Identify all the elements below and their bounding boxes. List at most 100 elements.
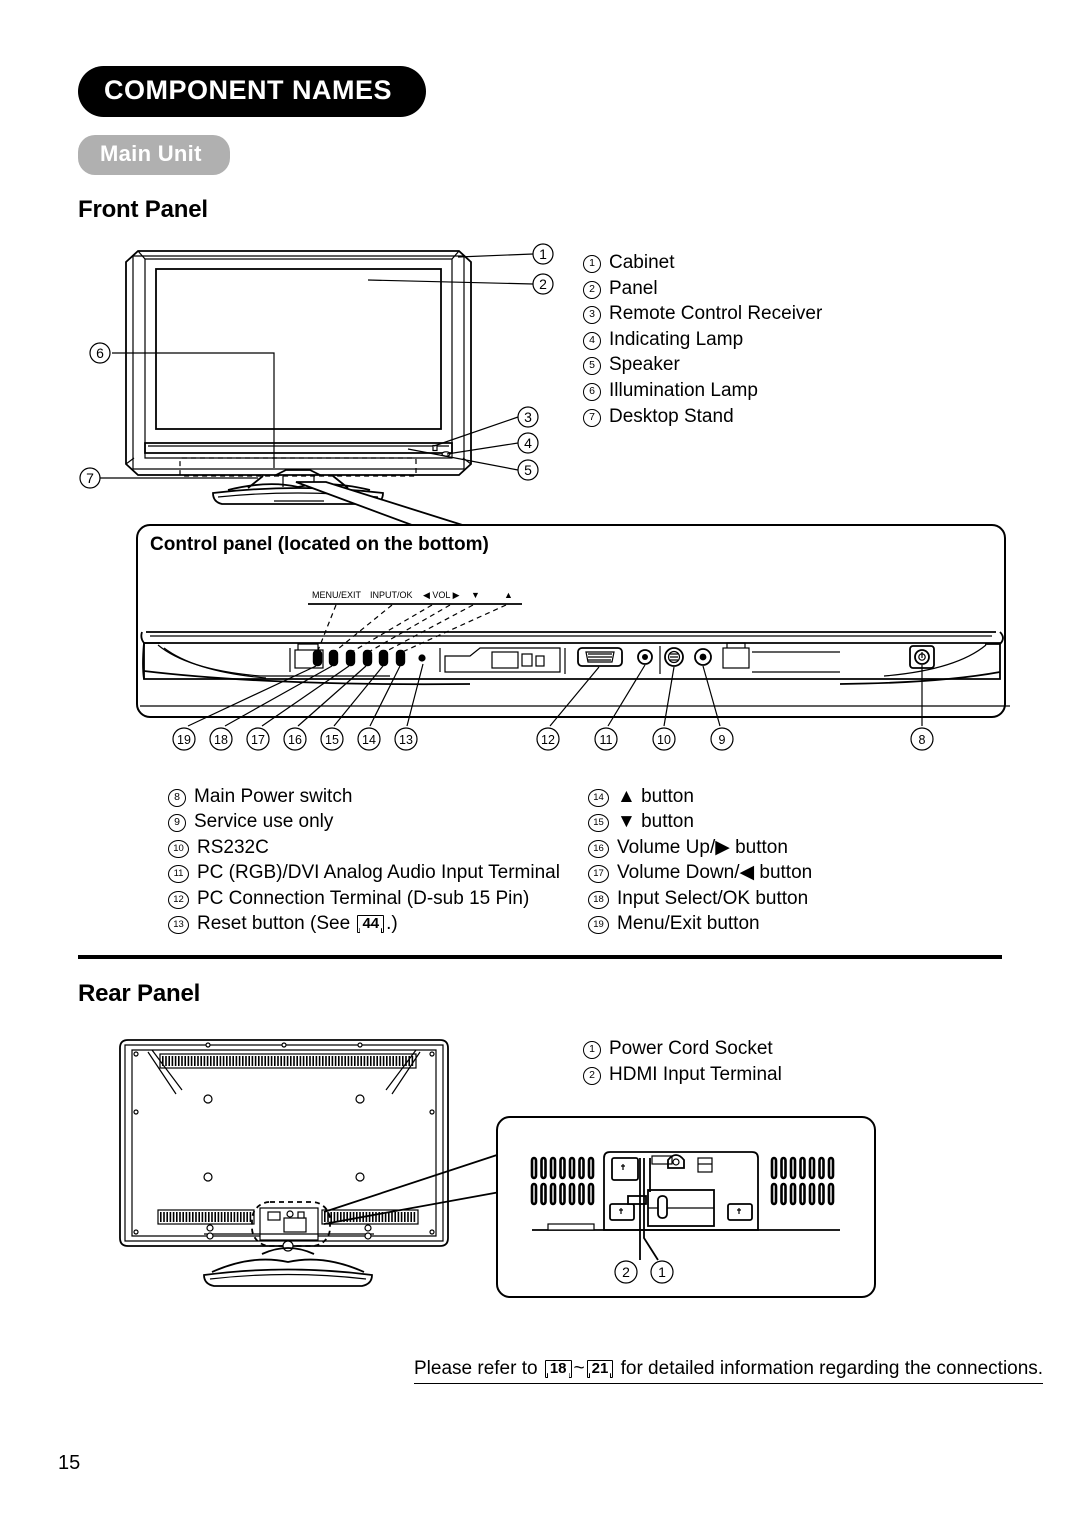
list-item: 7 Desktop Stand bbox=[583, 404, 822, 430]
list-item: 6 Illumination Lamp bbox=[583, 378, 822, 404]
control-callout-11: 11 bbox=[594, 727, 618, 751]
item-number: 2 bbox=[583, 280, 601, 299]
front-panel-heading: Front Panel bbox=[78, 196, 208, 223]
item-number: 17 bbox=[588, 865, 609, 884]
svg-text:7: 7 bbox=[86, 470, 94, 486]
list-item: 1 Cabinet bbox=[583, 250, 822, 276]
front-callout-3: 3 bbox=[517, 406, 539, 428]
svg-text:1: 1 bbox=[658, 1264, 666, 1280]
front-panel-diagram: 1 2 3 4 5 6 7 bbox=[79, 243, 554, 505]
control-callout-8: 8 bbox=[910, 727, 934, 751]
item-label: Desktop Stand bbox=[609, 405, 734, 427]
rear-panel-diagram bbox=[119, 1039, 501, 1287]
list-item: 1 Power Cord Socket bbox=[583, 1036, 782, 1062]
subsection-title: Main Unit bbox=[78, 135, 230, 175]
rear-panel-legend-list: 1 Power Cord Socket 2 HDMI Input Termina… bbox=[583, 1036, 782, 1087]
control-callout-19: 19 bbox=[172, 727, 196, 751]
rear-panel-heading: Rear Panel bbox=[78, 980, 201, 1007]
svg-text:6: 6 bbox=[96, 345, 104, 361]
svg-text:13: 13 bbox=[399, 733, 413, 747]
item-label: Illumination Lamp bbox=[609, 379, 758, 401]
front-callout-2: 2 bbox=[532, 273, 554, 295]
item-number: 8 bbox=[168, 789, 186, 807]
manual-page: COMPONENT NAMES Main Unit Front Panel Re… bbox=[0, 0, 1080, 1527]
item-label: Indicating Lamp bbox=[609, 328, 744, 350]
front-callout-6: 6 bbox=[89, 342, 111, 364]
control-callout-18: 18 bbox=[209, 727, 233, 751]
control-callout-13: 13 bbox=[394, 727, 418, 751]
item-label: PC Connection Terminal (D-sub 15 Pin) bbox=[197, 887, 530, 909]
control-callout-9: 9 bbox=[710, 727, 734, 751]
rear-panel-detail-diagram: 2 1 bbox=[530, 1151, 840, 1284]
svg-text:17: 17 bbox=[251, 733, 265, 747]
item-number: 16 bbox=[588, 839, 609, 858]
item-label: ▲ button bbox=[617, 786, 694, 807]
control-callout-16: 16 bbox=[283, 727, 307, 751]
list-item: 15 ▼ button bbox=[588, 809, 812, 834]
button-label-menu-exit: MENU/EXIT bbox=[312, 590, 362, 600]
item-number: 13 bbox=[168, 916, 189, 935]
svg-text:8: 8 bbox=[919, 733, 926, 747]
footer-note-before: Please refer to bbox=[414, 1358, 543, 1379]
svg-text:2: 2 bbox=[539, 276, 547, 292]
item-number: 12 bbox=[168, 890, 189, 909]
item-label: Power Cord Socket bbox=[609, 1038, 773, 1059]
svg-text:3: 3 bbox=[524, 409, 532, 425]
item-label: RS232C bbox=[197, 836, 269, 858]
svg-text:2: 2 bbox=[622, 1264, 630, 1280]
section-divider bbox=[78, 955, 1002, 959]
svg-text:14: 14 bbox=[362, 733, 376, 747]
list-item: 10 RS232C bbox=[168, 835, 560, 860]
svg-text:1: 1 bbox=[539, 246, 547, 262]
front-callout-5: 5 bbox=[517, 459, 539, 481]
list-item: 16 Volume Up/▶ button bbox=[588, 835, 812, 860]
svg-text:11: 11 bbox=[600, 733, 613, 747]
control-callout-14: 14 bbox=[357, 727, 381, 751]
page-reference-icon-to: 21 bbox=[586, 1360, 614, 1378]
list-item: 11 PC (RGB)/DVI Analog Audio Input Termi… bbox=[168, 860, 560, 885]
item-label: Speaker bbox=[609, 354, 680, 376]
control-panel-legend-left: 8 Main Power switch 9 Service use only 1… bbox=[168, 784, 560, 936]
front-callout-7: 7 bbox=[79, 467, 101, 489]
item-number: 1 bbox=[583, 255, 601, 273]
footer-note-after: for detailed information regarding the c… bbox=[615, 1358, 1044, 1379]
list-item: 19 Menu/Exit button bbox=[588, 911, 812, 936]
button-label-up: ▲ bbox=[504, 590, 513, 600]
item-number: 18 bbox=[588, 890, 609, 909]
list-item: 14 ▲ button bbox=[588, 784, 812, 809]
button-label-down: ▼ bbox=[471, 590, 480, 600]
svg-text:4: 4 bbox=[524, 435, 532, 451]
item-label: Volume Up/▶ button bbox=[617, 836, 788, 858]
item-number: 14 bbox=[588, 789, 609, 807]
svg-text:5: 5 bbox=[524, 462, 532, 478]
footer-ref-separator: ~ bbox=[573, 1358, 585, 1379]
svg-text:16: 16 bbox=[288, 733, 302, 747]
list-item: 12 PC Connection Terminal (D-sub 15 Pin) bbox=[168, 886, 560, 911]
item-label: Service use only bbox=[194, 811, 334, 833]
item-number: 15 bbox=[588, 814, 609, 833]
item-label: Cabinet bbox=[609, 252, 675, 273]
list-item: 2 HDMI Input Terminal bbox=[583, 1062, 782, 1088]
page-number: 15 bbox=[58, 1452, 81, 1474]
list-item-reset: 13 Reset button (See 44.) bbox=[168, 911, 560, 936]
front-callout-1: 1 bbox=[532, 243, 554, 265]
item-number: 5 bbox=[583, 357, 601, 376]
svg-text:12: 12 bbox=[541, 733, 555, 747]
item-label: Reset button (See bbox=[197, 913, 356, 935]
item-label-tail: .) bbox=[386, 913, 398, 935]
list-item: 9 Service use only bbox=[168, 809, 560, 834]
item-label: Volume Down/◀ button bbox=[617, 862, 813, 884]
control-panel-legend-right: 14 ▲ button 15 ▼ button 16 Volume Up/▶ b… bbox=[588, 784, 812, 936]
page-reference-icon-from: 18 bbox=[544, 1360, 572, 1378]
item-label: Panel bbox=[609, 277, 658, 299]
list-item: 8 Main Power switch bbox=[168, 784, 560, 809]
front-panel-legend-list: 1 Cabinet 2 Panel 3 Remote Control Recei… bbox=[583, 250, 822, 429]
control-callout-12: 12 bbox=[536, 727, 560, 751]
svg-text:9: 9 bbox=[719, 733, 726, 747]
front-callout-4: 4 bbox=[517, 432, 539, 454]
item-number: 7 bbox=[583, 408, 601, 427]
footer-note: Please refer to 18 ~21 for detailed infor… bbox=[414, 1358, 1044, 1384]
control-callout-15: 15 bbox=[320, 727, 344, 751]
item-label: ▼ button bbox=[617, 811, 694, 833]
item-label: PC (RGB)/DVI Analog Audio Input Terminal bbox=[197, 862, 560, 884]
